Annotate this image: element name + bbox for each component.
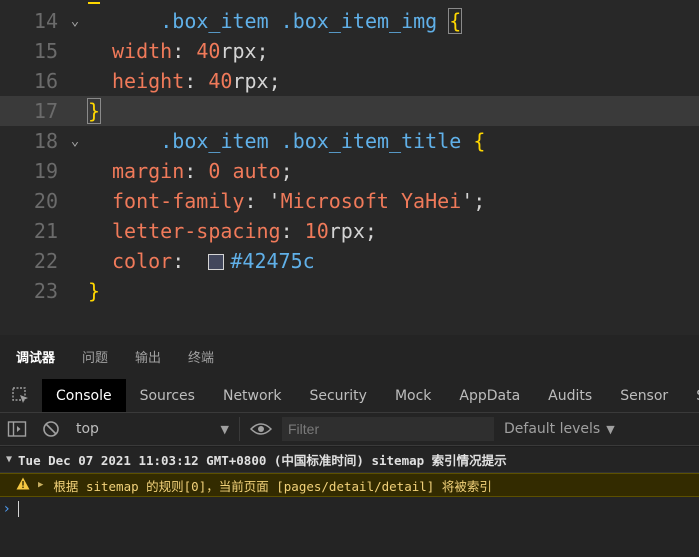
log-levels-label: Default levels: [504, 421, 601, 437]
dropdown-arrow-icon: ▼: [606, 422, 615, 436]
tab-problems[interactable]: 问题: [82, 347, 108, 368]
css-unit: rpx: [220, 39, 257, 63]
code-line-21[interactable]: 21 letter-spacing: 10rpx;: [0, 216, 699, 246]
line-number: 23: [33, 279, 58, 303]
css-selector: .box_item .box_item_title: [160, 129, 462, 153]
tab-mock[interactable]: Mock: [381, 379, 445, 412]
code-line-22[interactable]: 22 color: #42475c: [0, 246, 699, 276]
line-number: 21: [33, 219, 58, 243]
line-number: 18: [33, 129, 58, 153]
code-line-16[interactable]: 16 height: 40rpx;: [0, 66, 699, 96]
css-unit: rpx: [232, 69, 269, 93]
css-property: margin: [112, 159, 185, 183]
code-line-18[interactable]: 18 ⌄ .box_item .box_item_title {: [0, 126, 699, 156]
css-property: letter-spacing: [112, 219, 281, 243]
line-number: 14: [33, 9, 58, 33]
inspect-element-icon[interactable]: [0, 379, 42, 412]
console-warning-text: 根据 sitemap 的规则[0]，当前页面 [pages/detail/det…: [53, 478, 492, 494]
tab-debugger[interactable]: 调试器: [16, 347, 55, 368]
clear-console-icon[interactable]: [34, 413, 68, 446]
open-brace: {: [448, 8, 463, 34]
console-toolbar: top ▼ Default levels ▼: [0, 413, 699, 446]
css-number: 0: [208, 159, 221, 183]
code-line-23[interactable]: 23 }: [0, 276, 699, 306]
filter-input[interactable]: [282, 417, 494, 441]
line-number: 15: [33, 39, 58, 63]
tab-storage-truncated[interactable]: St: [682, 379, 699, 412]
console-group[interactable]: ▼ Tue Dec 07 2021 11:03:12 GMT+0800 (中国标…: [0, 447, 699, 473]
css-property: font-family: [112, 189, 245, 213]
dropdown-arrow-icon: ▼: [220, 422, 229, 436]
fold-chevron-icon[interactable]: ⌄: [62, 13, 88, 29]
context-value: top: [76, 421, 99, 437]
code-line-14[interactable]: 14 ⌄ .box_item .box_item_img {: [0, 6, 699, 36]
code-line-19[interactable]: 19 margin: 0 auto;: [0, 156, 699, 186]
css-property: height: [112, 69, 185, 93]
tab-sources[interactable]: Sources: [126, 379, 209, 412]
console-output[interactable]: ▼ Tue Dec 07 2021 11:03:12 GMT+0800 (中国标…: [0, 447, 699, 557]
expand-triangle-icon[interactable]: ▼: [6, 454, 12, 465]
console-warning[interactable]: ▶ 根据 sitemap 的规则[0]，当前页面 [pages/detail/d…: [0, 473, 699, 497]
tab-terminal[interactable]: 终端: [188, 347, 214, 368]
fold-chevron-icon[interactable]: ⌄: [62, 133, 88, 149]
tab-console[interactable]: Console: [42, 379, 126, 412]
context-select[interactable]: top ▼: [68, 417, 240, 441]
prompt-chevron-icon: ›: [4, 501, 10, 517]
css-number: 40: [208, 69, 233, 93]
css-selector: .box_item .box_item_img: [160, 9, 438, 33]
devtools-tab-bar: Console Sources Network Security Mock Ap…: [0, 379, 699, 413]
tab-sensor[interactable]: Sensor: [606, 379, 682, 412]
line-number: 22: [33, 249, 58, 273]
css-keyword: auto: [232, 159, 281, 183]
tab-appdata[interactable]: AppData: [445, 379, 534, 412]
css-number: 10: [304, 219, 329, 243]
eye-icon[interactable]: [244, 413, 278, 446]
log-levels-select[interactable]: Default levels ▼: [504, 421, 615, 437]
code-line-20[interactable]: 20 font-family: 'Microsoft YaHei';: [0, 186, 699, 216]
warning-icon: [16, 477, 30, 493]
line-number: 20: [33, 189, 58, 213]
console-prompt[interactable]: ›: [0, 497, 699, 521]
close-brace: }: [88, 279, 101, 303]
css-color-value: #42475c: [230, 249, 315, 273]
color-swatch[interactable]: [208, 254, 225, 270]
css-number: 40: [196, 39, 221, 63]
css-property: width: [112, 39, 173, 63]
line-number: 19: [33, 159, 58, 183]
line-number: 17: [33, 99, 58, 123]
open-brace: {: [473, 129, 486, 153]
tab-audits[interactable]: Audits: [534, 379, 606, 412]
console-group-title: Tue Dec 07 2021 11:03:12 GMT+0800 (中国标准时…: [18, 453, 507, 468]
text-caret: [17, 501, 19, 517]
tab-output[interactable]: 输出: [135, 347, 161, 368]
collapse-triangle-icon[interactable]: ▶: [38, 480, 43, 490]
code-editor[interactable]: 14 ⌄ .box_item .box_item_img { 15 width:…: [0, 0, 699, 335]
panel-tab-bar: 调试器 问题 输出 终端: [0, 335, 699, 379]
css-property: color: [112, 249, 173, 273]
code-line-15[interactable]: 15 width: 40rpx;: [0, 36, 699, 66]
tab-security[interactable]: Security: [295, 379, 381, 412]
line-number: 16: [33, 69, 58, 93]
css-string: Microsoft YaHei: [280, 189, 462, 213]
tab-network[interactable]: Network: [209, 379, 295, 412]
css-unit: rpx: [328, 219, 365, 243]
sidebar-toggle-icon[interactable]: [0, 413, 34, 446]
